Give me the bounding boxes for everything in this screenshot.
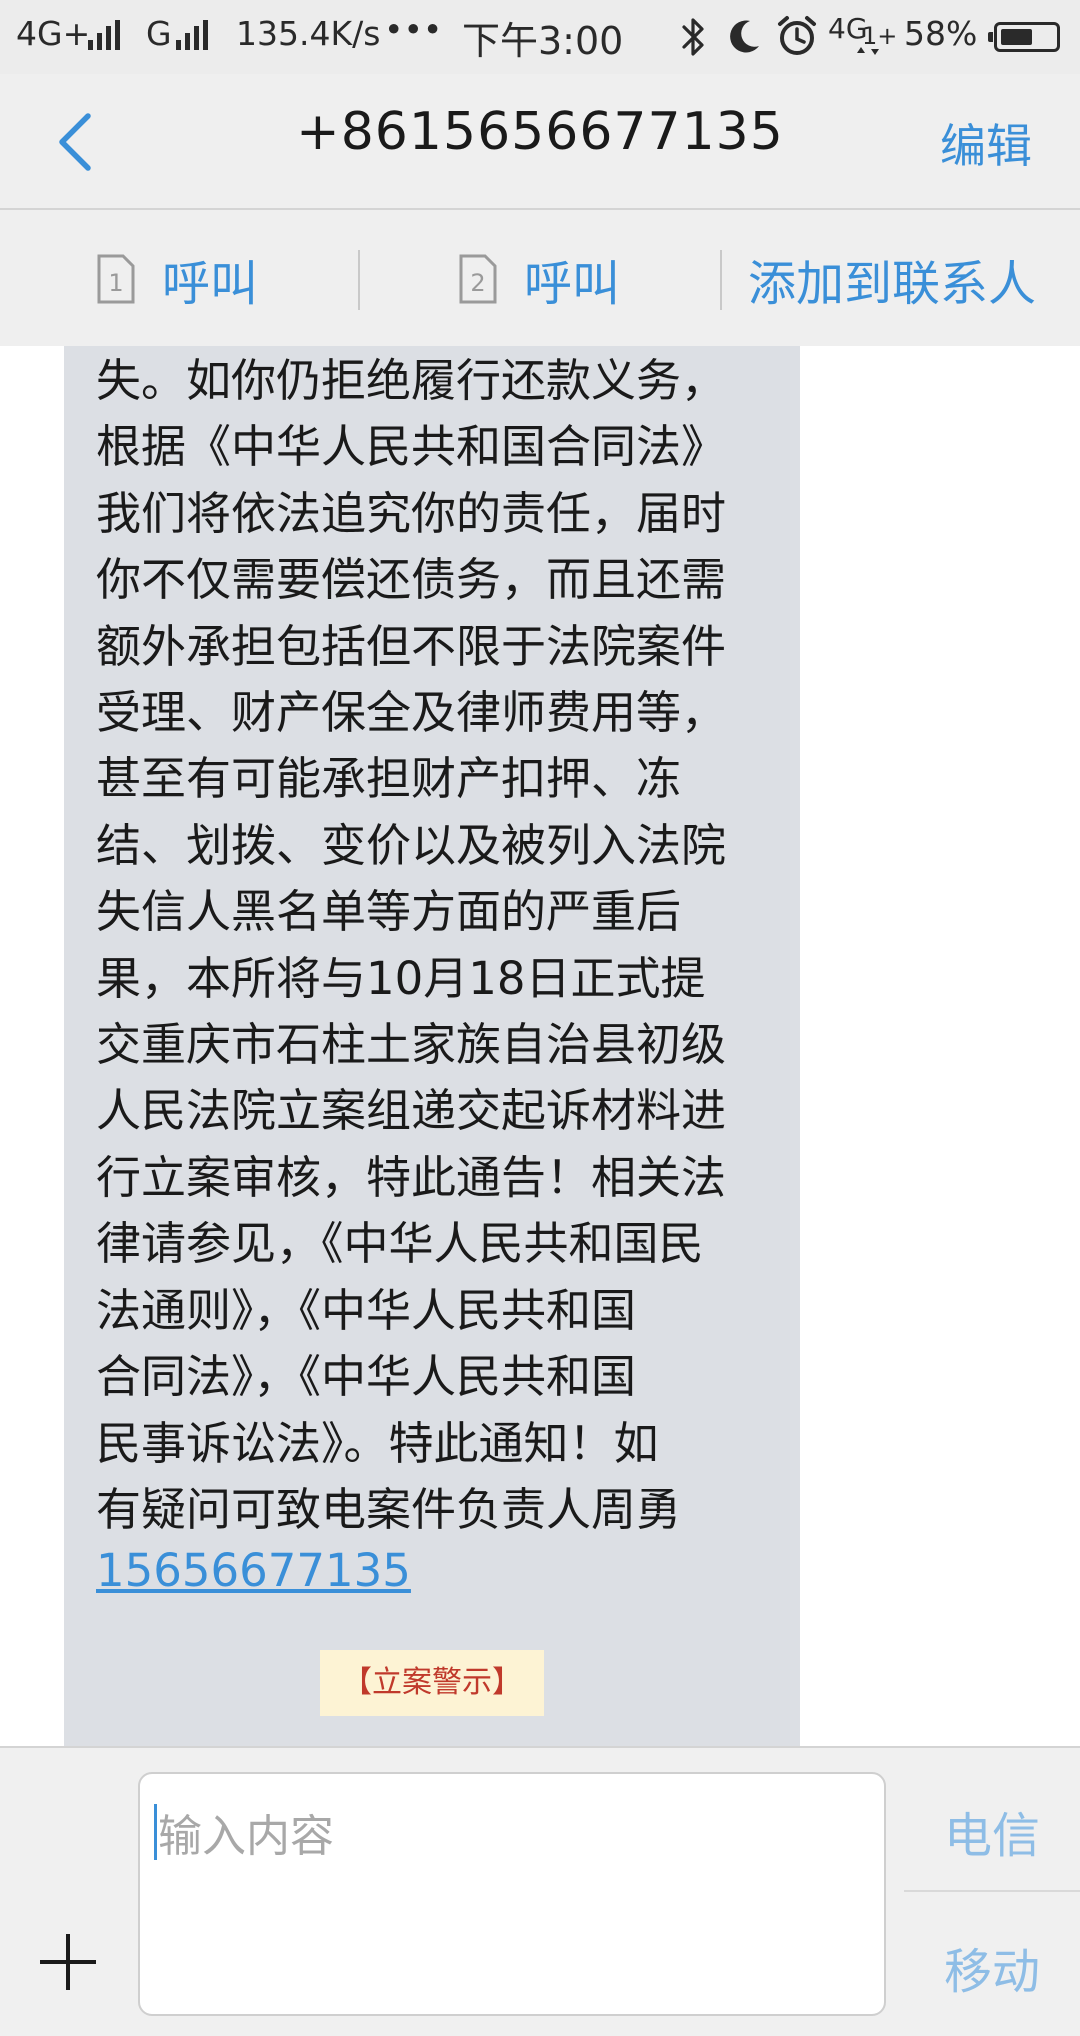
- add-to-contacts-button[interactable]: 添加到联系人: [748, 244, 1036, 314]
- battery-icon: [988, 22, 1060, 52]
- call-sim2-button[interactable]: 2 呼叫: [458, 244, 620, 314]
- network-type-2: G: [146, 14, 172, 53]
- message-line: 律请参见，《中华人民共和国民: [96, 1217, 704, 1271]
- case-warning-tag: 【立案警示】: [320, 1650, 544, 1716]
- sim-card-1-icon: 1: [97, 254, 135, 304]
- message-line: 法通则》，《中华人民共和国: [96, 1283, 637, 1337]
- call-sim2-label: 呼叫: [524, 256, 621, 312]
- message-composer: 输入内容 电信 移动: [0, 1746, 1080, 2036]
- add-attachment-button[interactable]: [40, 1934, 96, 1990]
- message-line: 民事诉讼法》。特此通知！如: [96, 1416, 659, 1470]
- alarm-icon: [778, 16, 816, 55]
- status-bar: 4G+ G 135.4K/s ••• 下午3:00 4G 1+ 58%: [0, 0, 1080, 74]
- battery-percent: 58%: [904, 14, 978, 53]
- message-line: 人民法院立案组递交起诉材料进: [96, 1084, 727, 1138]
- message-line: 有疑问可致电案件负责人周勇: [96, 1482, 682, 1536]
- message-input-placeholder: 输入内容: [158, 1811, 334, 1862]
- message-line: 甚至有可能承担财产扣押、冻: [96, 752, 682, 806]
- message-line: 失信人黑名单等方面的严重后: [96, 885, 682, 939]
- navigation-bar: +8615656677135 编辑: [0, 74, 1080, 210]
- data-activity-icon: [857, 47, 879, 55]
- network-speed: 135.4K/s: [236, 14, 381, 53]
- send-telecom-button[interactable]: 电信: [904, 1796, 1080, 1866]
- message-line: 结、划拨、变价以及被列入法院: [96, 818, 727, 872]
- sim-card-1-number: 1: [108, 269, 123, 297]
- phone-number-link[interactable]: 15656677135: [96, 1538, 411, 1604]
- message-line: 失。如你仍拒绝履行还款义务，: [96, 354, 727, 407]
- send-mobile-button[interactable]: 移动: [904, 1932, 1080, 2002]
- action-divider: [720, 250, 722, 310]
- bluetooth-icon: [682, 18, 704, 56]
- message-input[interactable]: 输入内容: [138, 1772, 886, 2016]
- carrier-divider: [904, 1890, 1080, 1892]
- clock: 下午3:00: [462, 19, 624, 63]
- message-line: 根据《中华人民共和国合同法》: [96, 420, 727, 474]
- contact-number-title: +8615656677135: [296, 102, 784, 162]
- call-action-bar: 1 呼叫 2 呼叫 添加到联系人: [0, 210, 1080, 346]
- call-sim1-button[interactable]: 1 呼叫: [96, 244, 258, 314]
- sim-card-2-icon: 2: [459, 254, 497, 304]
- message-text: 失。如你仍拒绝履行还款义务， 根据《中华人民共和国合同法》 我们将依法追究你的责…: [96, 348, 786, 1543]
- call-sim1-label: 呼叫: [162, 256, 259, 312]
- do-not-disturb-moon-icon: [730, 20, 759, 53]
- message-line: 我们将依法追究你的责任，届时: [96, 486, 727, 540]
- message-line: 果，本所将与10月18日正式提: [96, 951, 706, 1005]
- message-line: 额外承担包括但不限于法院案件: [96, 619, 727, 673]
- message-line: 合同法》，《中华人民共和国: [96, 1350, 637, 1404]
- message-line: 交重庆市石柱土家族自治县初级: [96, 1018, 727, 1072]
- message-line: 你不仅需要偿还债务，而且还需: [96, 553, 727, 607]
- action-divider: [358, 250, 360, 310]
- message-thread[interactable]: 失。如你仍拒绝履行还款义务， 根据《中华人民共和国合同法》 我们将依法追究你的责…: [0, 346, 1080, 1746]
- message-line: 受理、财产保全及律师费用等，: [96, 686, 727, 740]
- network-type-1: 4G+: [16, 14, 91, 53]
- edit-button[interactable]: 编辑: [940, 110, 1032, 176]
- more-indicator: •••: [384, 10, 443, 49]
- signal-icon-1: [88, 20, 128, 50]
- message-line: 行立案审核，特此通告！相关法: [96, 1150, 727, 1204]
- text-cursor: [154, 1804, 157, 1860]
- sim-card-2-number: 2: [470, 269, 485, 297]
- signal-icon-2: [176, 20, 216, 50]
